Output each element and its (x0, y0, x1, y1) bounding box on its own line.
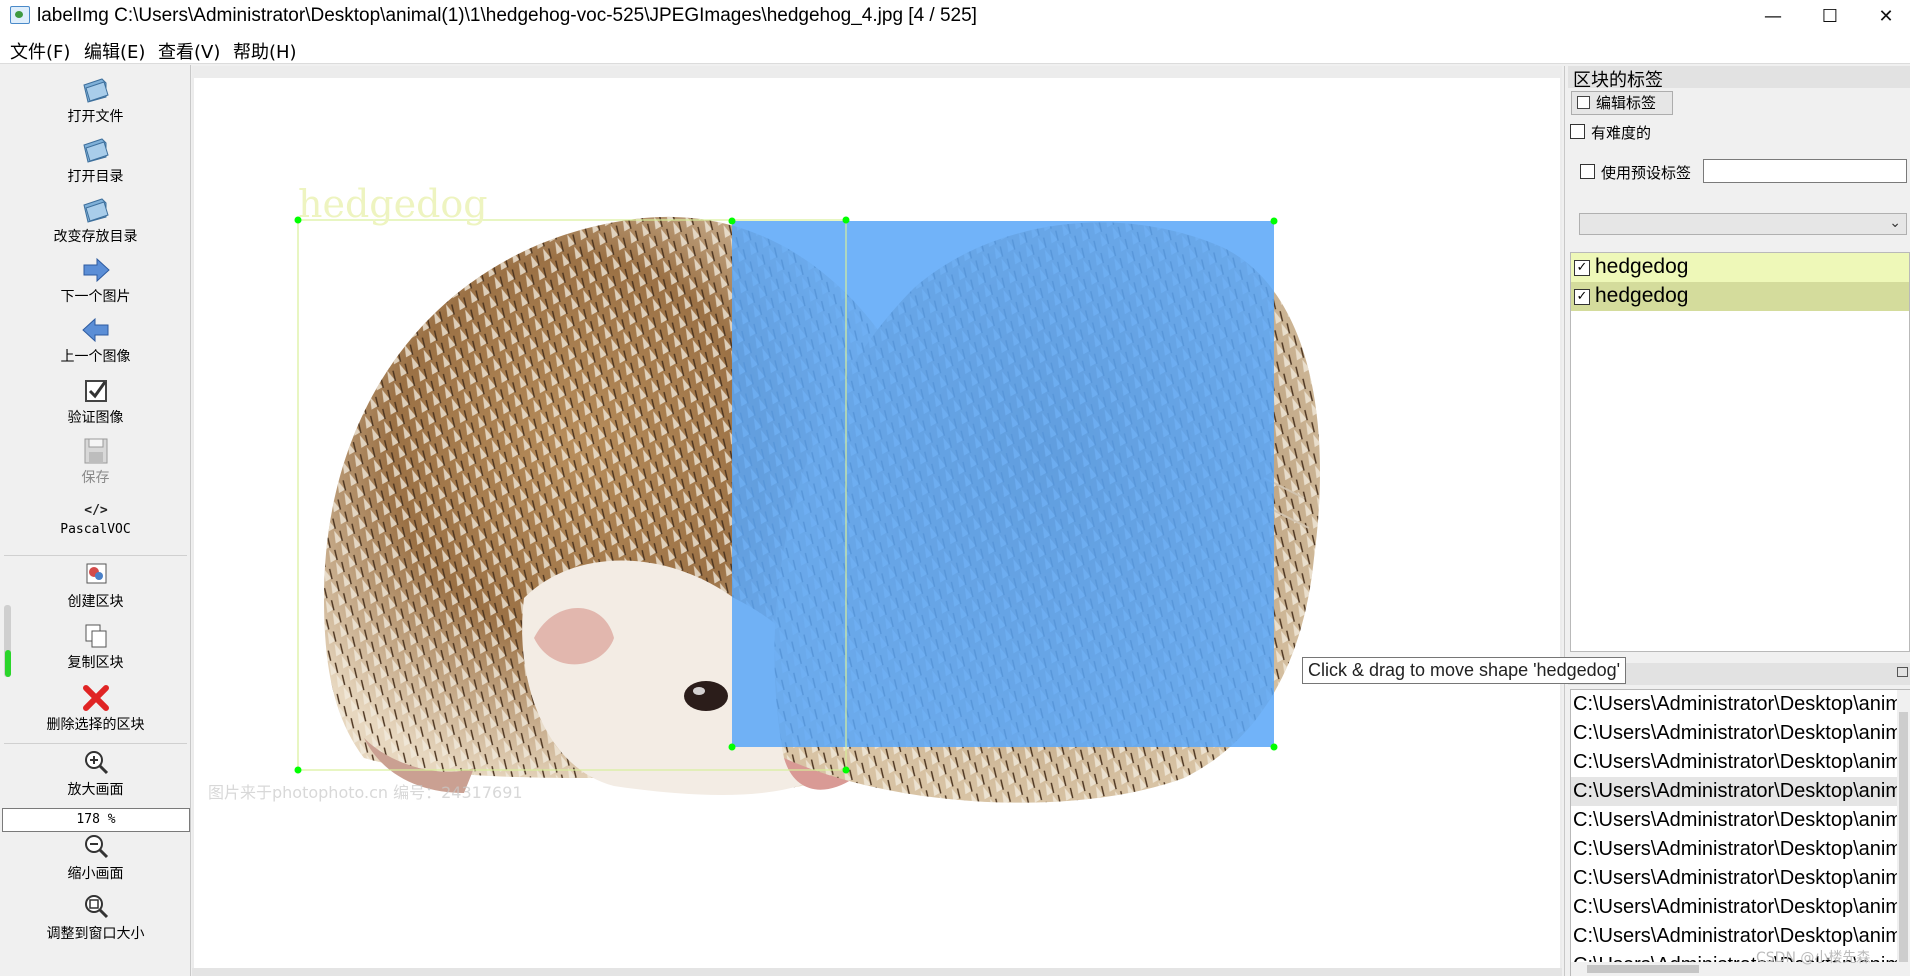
image-watermark: 图片来于photophoto.cn 编号：24317691 (208, 783, 523, 802)
folder-open-icon (82, 198, 109, 223)
file-list-item[interactable]: C:\Users\Administrator\Desktop\animal(1)… (1571, 748, 1899, 777)
next-image-button[interactable]: 下一个图片 (0, 255, 191, 306)
difficult-label: 有难度的 (1591, 124, 1652, 142)
close-button[interactable]: ✕ (1861, 0, 1910, 32)
menu-help[interactable]: 帮助(H) (233, 38, 297, 64)
label-name: hedgedog (1595, 284, 1689, 307)
float-panel-icon[interactable] (1897, 667, 1908, 677)
edit-label-button[interactable]: 编辑标签 (1571, 91, 1673, 115)
label-list-item[interactable]: ✓ hedgedog (1571, 282, 1909, 311)
zoom-out-button[interactable]: 缩小画面 (0, 832, 191, 883)
canvas-horizontal-scrollbar[interactable] (192, 968, 1562, 976)
csdn-watermark: CSDN @小楼先森 (1756, 950, 1871, 966)
menu-view[interactable]: 查看(V) (158, 38, 220, 64)
file-list-item[interactable]: C:\Users\Administrator\Desktop\animal(1)… (1571, 835, 1899, 864)
label-list: ✓ hedgedog ✓ hedgedog (1570, 252, 1910, 652)
verify-image-label: 验证图像 (67, 410, 124, 426)
zoom-out-label: 缩小画面 (67, 866, 124, 882)
menu-edit[interactable]: 编辑(E) (84, 38, 145, 64)
next-image-label: 下一个图片 (60, 289, 131, 305)
file-list-item[interactable]: C:\Users\Administrator\Desktop\animal(1)… (1571, 864, 1899, 893)
zoom-in-icon (84, 751, 108, 775)
create-box-label: 创建区块 (67, 594, 124, 610)
open-dir-button[interactable]: 打开目录 (0, 135, 191, 186)
arrow-right-icon (83, 257, 110, 283)
open-file-button[interactable]: 打开文件 (0, 75, 191, 126)
file-list-item-selected[interactable]: C:\Users\Administrator\Desktop\animal(1)… (1571, 777, 1899, 806)
scrollbar-thumb[interactable] (1587, 965, 1699, 973)
format-toggle-button[interactable]: </> PascalVOC (0, 497, 191, 537)
file-list-item[interactable]: C:\Users\Administrator\Desktop\animal(1)… (1571, 719, 1899, 748)
label-visible-checkbox[interactable]: ✓ (1574, 260, 1590, 276)
fit-window-icon (84, 895, 108, 919)
arrow-left-icon (81, 317, 108, 343)
use-default-label-checkbox[interactable] (1580, 164, 1595, 179)
floppy-disk-icon (84, 438, 107, 464)
menu-bar: 文件(F) 编辑(E) 查看(V) 帮助(H) (0, 32, 1910, 64)
canvas-area: hedgedog 图片来于photophoto.cn 编号：24317691 (192, 66, 1562, 976)
label-combobox[interactable]: ⌄ (1579, 213, 1907, 235)
delete-x-icon (82, 685, 109, 711)
file-list-item[interactable]: C:\Users\Administrator\Desktop\animal(1)… (1571, 893, 1899, 922)
zoom-in-button[interactable]: 放大画面 (0, 748, 191, 799)
open-dir-label: 打开目录 (67, 169, 124, 185)
selected-bounding-box[interactable] (732, 221, 1274, 747)
menu-file[interactable]: 文件(F) (10, 38, 70, 64)
create-box-icon (86, 563, 106, 584)
duplicate-box-label: 复制区块 (67, 655, 124, 671)
pencil-icon (1577, 96, 1590, 109)
toolbar-scrollbar-thumb[interactable] (5, 650, 11, 677)
file-list-vertical-scrollbar[interactable] (1897, 690, 1910, 976)
fit-window-label: 调整到窗口大小 (46, 926, 145, 942)
left-toolbar: 打开文件 打开目录 改变存放目录 下一个图片 上一个图像 验证图像 保存 </>… (0, 65, 191, 976)
image-canvas[interactable]: hedgedog 图片来于photophoto.cn 编号：24317691 (194, 78, 1560, 972)
open-file-label: 打开文件 (67, 109, 124, 125)
folder-open-icon (82, 138, 109, 163)
prev-image-label: 上一个图像 (60, 349, 131, 365)
save-button[interactable]: 保存 (0, 436, 191, 487)
chevron-down-icon: ⌄ (1889, 215, 1901, 231)
canvas-drawing: hedgedog 图片来于photophoto.cn 编号：24317691 (208, 182, 1320, 803)
file-list: C:\Users\Administrator\Desktop\animal(1)… (1570, 689, 1910, 976)
edit-label-text: 编辑标签 (1596, 94, 1657, 112)
box-label-text: hedgedog (298, 182, 488, 226)
use-default-label-text: 使用预设标签 (1601, 164, 1692, 182)
code-tag-icon: </> (84, 503, 108, 518)
svg-text:</>: </> (84, 503, 108, 518)
app-icon (10, 6, 30, 24)
scrollbar-thumb[interactable] (1899, 712, 1908, 962)
difficult-checkbox[interactable] (1570, 124, 1585, 139)
delete-box-label: 删除选择的区块 (46, 717, 145, 733)
label-name: hedgedog (1595, 255, 1689, 278)
move-shape-tooltip: Click & drag to move shape 'hedgedog' (1302, 657, 1627, 684)
window-title: labelImg C:\Users\Administrator\Desktop\… (37, 5, 977, 26)
label-list-item[interactable]: ✓ hedgedog (1571, 253, 1909, 282)
toolbar-separator (4, 555, 187, 556)
folder-open-icon (82, 78, 109, 103)
change-save-dir-button[interactable]: 改变存放目录 (0, 195, 191, 246)
zoom-out-icon (84, 835, 108, 859)
change-save-dir-label: 改变存放目录 (53, 229, 138, 245)
minimize-button[interactable]: — (1748, 0, 1798, 32)
file-list-item[interactable]: C:\Users\Administrator\Desktop\animal(1)… (1571, 690, 1899, 719)
format-label: PascalVOC (60, 522, 131, 537)
title-bar: labelImg C:\Users\Administrator\Desktop\… (0, 0, 1910, 32)
default-label-input[interactable] (1703, 159, 1907, 183)
label-visible-checkbox[interactable]: ✓ (1574, 289, 1590, 305)
create-box-button[interactable]: 创建区块 (0, 560, 191, 611)
prev-image-button[interactable]: 上一个图像 (0, 315, 191, 366)
maximize-button[interactable]: ☐ (1805, 0, 1855, 32)
fit-window-button[interactable]: 调整到窗口大小 (0, 892, 191, 943)
zoom-level-field[interactable]: 178 % (2, 808, 190, 832)
copy-icon (85, 624, 106, 648)
toolbar-separator (4, 743, 187, 744)
checkbox-checked-icon (84, 380, 107, 402)
verify-image-button[interactable]: 验证图像 (0, 376, 191, 427)
duplicate-box-button[interactable]: 复制区块 (0, 621, 191, 672)
file-list-item[interactable]: C:\Users\Administrator\Desktop\animal(1)… (1571, 806, 1899, 835)
delete-box-button[interactable]: 删除选择的区块 (0, 683, 191, 734)
zoom-in-label: 放大画面 (67, 782, 124, 798)
save-label: 保存 (81, 470, 110, 486)
box-labels-panel-title: 区块的标签 (1573, 70, 1663, 91)
